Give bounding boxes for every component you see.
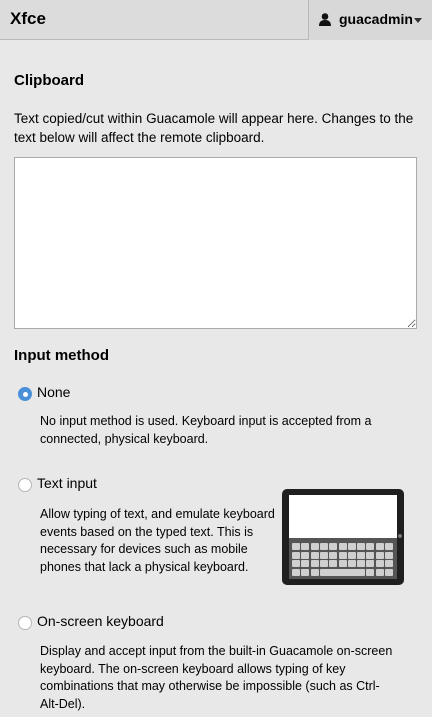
tablet-key — [301, 543, 310, 550]
tablet-key — [301, 568, 310, 576]
option-description-text-input: Allow typing of text, and emulate keyboa… — [40, 507, 275, 574]
tablet-key — [292, 551, 300, 559]
tablet-key — [385, 551, 393, 559]
tablet-display-area — [289, 495, 397, 538]
radio-text-input[interactable] — [18, 478, 32, 492]
top-bar: Xfce guacadmin — [0, 0, 432, 40]
clipboard-textarea[interactable] — [14, 157, 417, 329]
option-description-none: No input method is used. Keyboard input … — [40, 414, 372, 446]
option-description-on-screen-keyboard: Display and accept input from the built-… — [40, 644, 393, 711]
tablet-key — [310, 568, 319, 576]
tablet-key — [366, 560, 375, 567]
tablet-home-button — [398, 534, 402, 538]
tablet-key — [319, 560, 328, 567]
tablet-key — [319, 543, 328, 550]
tablet-key — [366, 543, 375, 550]
tablet-key — [357, 543, 366, 550]
tablet-spacebar — [319, 568, 366, 576]
tablet-key — [375, 543, 384, 550]
tablet-key — [338, 560, 347, 567]
tablet-screen — [289, 495, 397, 579]
user-menu-button[interactable]: guacadmin — [308, 0, 432, 40]
tablet-key — [292, 560, 300, 567]
tablet-key — [385, 568, 393, 576]
tablet-key — [329, 551, 338, 559]
tablet-key — [301, 551, 310, 559]
tablet-key — [347, 543, 356, 550]
option-label-text-input[interactable]: Text input — [37, 475, 97, 491]
username: guacadmin — [339, 11, 413, 27]
tablet-key — [329, 543, 338, 550]
tablet-key — [310, 551, 319, 559]
tablet-key — [338, 543, 347, 550]
tablet-key — [292, 568, 300, 576]
tablet-key — [310, 543, 319, 550]
tablet-key — [357, 551, 366, 559]
tablet-keyboard-illustration — [282, 489, 404, 585]
tablet-key — [375, 560, 384, 567]
tablet-key — [310, 560, 319, 567]
chevron-down-icon — [414, 18, 422, 23]
tablet-key — [301, 560, 310, 567]
tablet-key — [385, 560, 393, 567]
tablet-key — [366, 551, 375, 559]
tablet-key — [319, 551, 328, 559]
tablet-key — [366, 568, 375, 576]
tablet-key — [347, 560, 356, 567]
tablet-keyboard — [292, 543, 394, 577]
radio-none[interactable] — [18, 387, 32, 401]
radio-on-screen-keyboard[interactable] — [18, 616, 32, 630]
clipboard-heading: Clipboard — [14, 72, 84, 89]
tablet-key — [347, 551, 356, 559]
tablet-key — [375, 568, 384, 576]
tablet-key — [385, 543, 393, 550]
connection-title: Xfce — [10, 9, 46, 28]
tablet-key — [292, 543, 300, 550]
tablet-key — [375, 551, 384, 559]
user-icon — [319, 13, 331, 26]
tablet-key — [357, 560, 366, 567]
option-label-on-screen-keyboard[interactable]: On-screen keyboard — [37, 613, 164, 629]
option-label-none[interactable]: None — [37, 384, 70, 400]
tablet-key — [338, 551, 347, 559]
tablet-key — [329, 560, 338, 567]
clipboard-description: Text copied/cut within Guacamole will ap… — [14, 111, 414, 145]
input-method-heading: Input method — [14, 347, 109, 364]
